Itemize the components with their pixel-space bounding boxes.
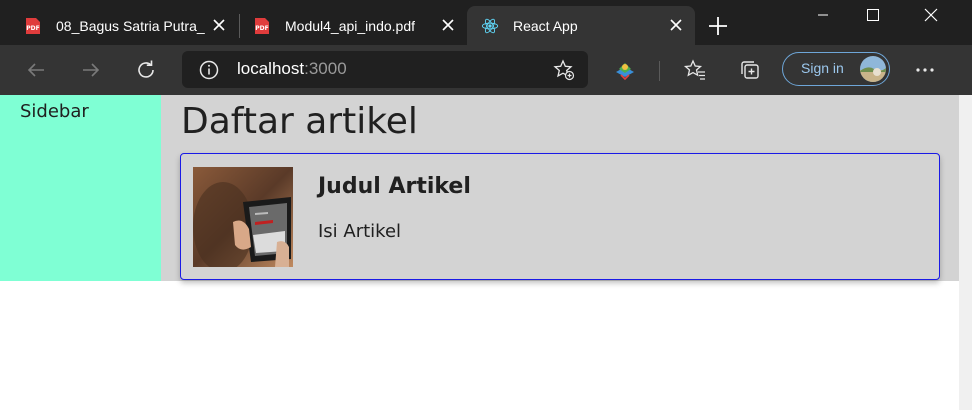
tab-pdf-1[interactable]: PDF 08_Bagus Satria Putra_	[0, 6, 238, 45]
svg-text:PDF: PDF	[26, 25, 39, 32]
close-icon[interactable]	[441, 18, 455, 32]
url-host: localhost	[237, 59, 305, 78]
refresh-icon[interactable]	[134, 58, 158, 82]
tab-react-app[interactable]: React App	[467, 6, 695, 45]
new-tab-icon[interactable]	[706, 14, 730, 38]
pdf-icon: PDF	[26, 17, 40, 34]
svg-text:PDF: PDF	[255, 25, 268, 32]
maximize-button[interactable]	[850, 0, 896, 30]
maximize-icon	[867, 9, 879, 21]
toolbar-divider	[659, 61, 660, 81]
favorites-icon[interactable]	[683, 58, 707, 82]
article-body: Isi Artikel	[318, 221, 402, 242]
tab-title: React App	[513, 17, 578, 34]
tab-strip: PDF 08_Bagus Satria Putra_ PDF Modul4_ap…	[0, 0, 972, 45]
article-title: Judul Artikel	[318, 174, 471, 199]
vertical-scrollbar[interactable]	[959, 95, 972, 410]
url-port: :3000	[304, 59, 347, 78]
url-text: localhost:3000	[237, 59, 347, 79]
forward-icon[interactable]	[79, 58, 103, 82]
extension-icon[interactable]	[613, 58, 637, 82]
sidebar-label: Sidebar	[20, 101, 89, 122]
collections-icon[interactable]	[738, 58, 762, 82]
tablet-photo-icon	[193, 167, 293, 267]
close-window-button[interactable]	[908, 0, 954, 30]
avatar-photo-icon	[860, 56, 886, 82]
article-card[interactable]: Judul Artikel Isi Artikel	[180, 153, 940, 280]
close-window-icon	[924, 8, 938, 22]
info-icon[interactable]	[197, 58, 221, 82]
article-image	[193, 167, 293, 267]
more-options-icon[interactable]	[913, 58, 937, 82]
address-bar[interactable]: localhost:3000	[182, 51, 588, 88]
browser-toolbar: localhost:3000 Sign in	[0, 45, 972, 96]
avatar	[860, 56, 886, 82]
page-title: Daftar artikel	[181, 101, 418, 142]
minimize-icon	[818, 14, 828, 16]
react-icon	[481, 18, 499, 33]
main-content: Daftar artikel Judul Artikel Isi Artikel	[161, 95, 959, 281]
pdf-icon: PDF	[255, 17, 269, 34]
close-icon[interactable]	[212, 18, 226, 32]
page-viewport: Sidebar Daftar artikel Judul Artikel Isi…	[0, 95, 959, 410]
back-icon[interactable]	[24, 58, 48, 82]
tab-title: Modul4_api_indo.pdf	[285, 17, 415, 34]
sidebar: Sidebar	[0, 95, 161, 281]
sign-in-button[interactable]: Sign in	[782, 52, 890, 86]
add-favorite-icon[interactable]	[552, 58, 576, 82]
tab-pdf-2[interactable]: PDF Modul4_api_indo.pdf	[229, 6, 467, 45]
minimize-button[interactable]	[800, 0, 846, 30]
close-icon[interactable]	[669, 18, 683, 32]
tab-title: 08_Bagus Satria Putra_	[56, 17, 205, 34]
sign-in-label: Sign in	[801, 60, 844, 76]
